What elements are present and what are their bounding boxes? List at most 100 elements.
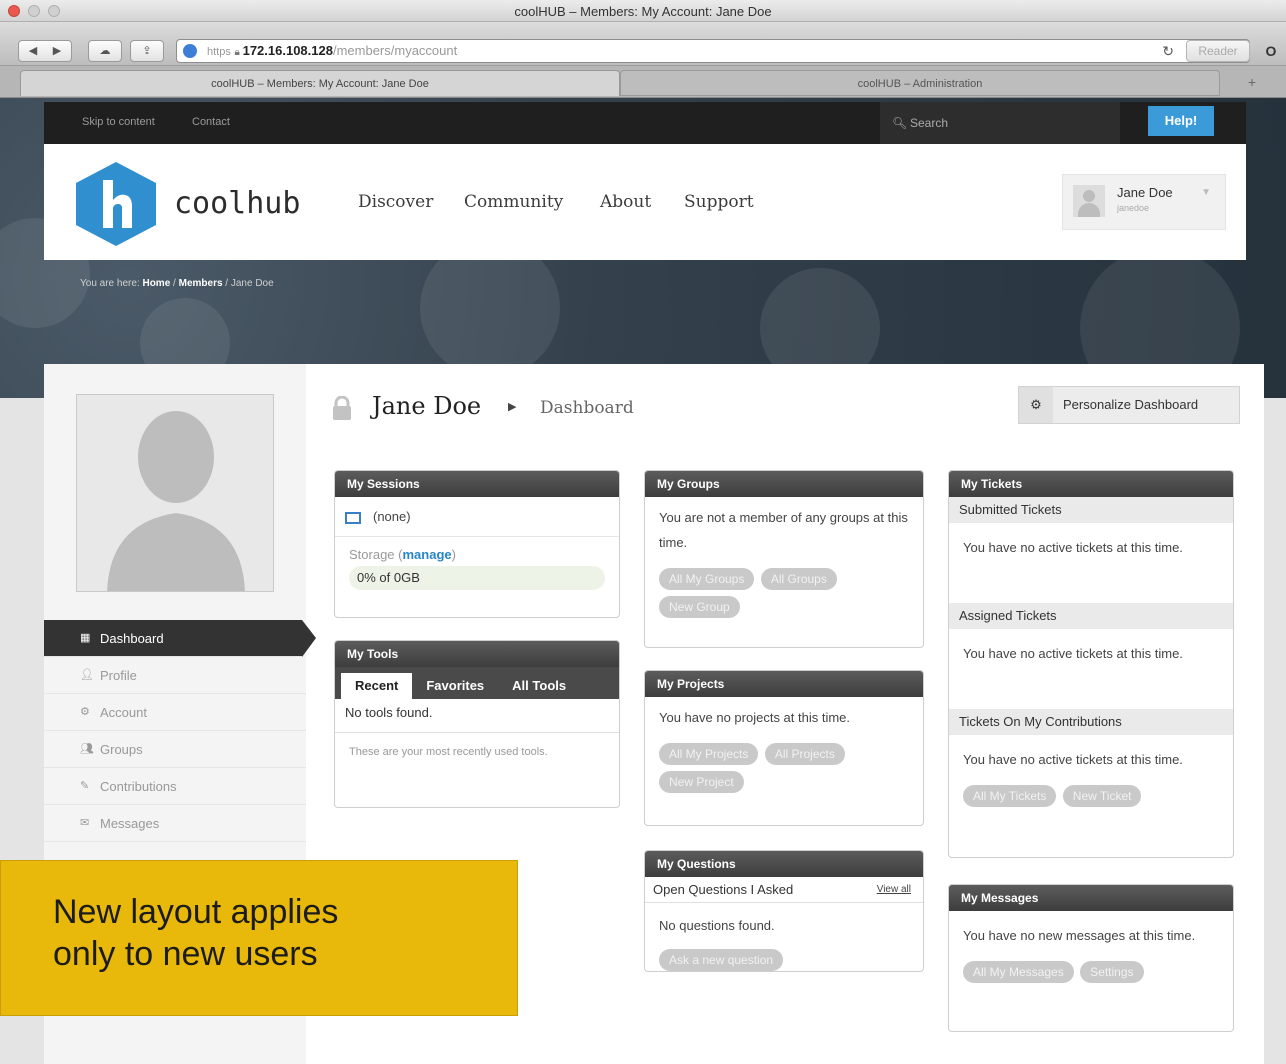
gears-icon: ⚙ bbox=[80, 706, 90, 718]
sidebar-item-dashboard[interactable]: ▦ Dashboard bbox=[44, 620, 316, 657]
breadcrumb-prefix: You are here: bbox=[80, 278, 140, 289]
sidebar-item-label: Groups bbox=[100, 742, 143, 757]
url-scheme: https bbox=[207, 46, 231, 58]
coolhub-logo-icon[interactable] bbox=[76, 162, 156, 246]
browser-toolbar: ◀ ▶ ☁ ⇪ https 🔒︎ 172.16.108.128/members/m… bbox=[0, 22, 1286, 66]
new-project-button[interactable]: New Project bbox=[659, 771, 744, 793]
sidebar-item-contributions[interactable]: ✎ Contributions bbox=[44, 768, 306, 805]
reader-button[interactable]: Reader bbox=[1186, 40, 1250, 62]
tab-recent[interactable]: Recent bbox=[341, 673, 413, 699]
my-groups-module: My Groups You are not a member of any gr… bbox=[644, 470, 924, 648]
groups-text: You are not a member of any groups at th… bbox=[659, 510, 908, 550]
top-utility-bar: Skip to content Contact 🔍︎ Search Help! bbox=[44, 102, 1246, 144]
lock-icon bbox=[333, 396, 351, 420]
nav-about[interactable]: About bbox=[600, 192, 651, 212]
chevron-down-icon: ▼ bbox=[1201, 187, 1211, 198]
user-menu[interactable]: Jane Doe janedoe ▼ bbox=[1062, 174, 1226, 230]
window-titlebar: coolHUB – Members: My Account: Jane Doe bbox=[0, 0, 1286, 22]
skip-to-content-link[interactable]: Skip to content bbox=[82, 116, 155, 128]
my-tools-module: My Tools Recent Favorites All Tools No t… bbox=[334, 640, 620, 808]
address-bar[interactable]: https 🔒︎ 172.16.108.128/members/myaccoun… bbox=[176, 39, 1250, 63]
tab-all-tools[interactable]: All Tools bbox=[498, 673, 580, 699]
sidebar-item-messages[interactable]: ✉ Messages bbox=[44, 805, 306, 842]
module-title: My Projects bbox=[645, 671, 923, 697]
member-name-title: Jane Doe bbox=[372, 392, 482, 420]
user-icon: 👤︎ bbox=[80, 669, 94, 681]
messages-text: You have no new messages at this time. bbox=[963, 928, 1196, 943]
view-all-link[interactable]: View all bbox=[877, 877, 911, 903]
search-input[interactable]: 🔍︎ Search bbox=[880, 102, 1120, 144]
sidebar-item-account[interactable]: ⚙ Account bbox=[44, 694, 306, 731]
module-title: My Tools bbox=[335, 641, 619, 667]
assigned-tickets-text: You have no active tickets at this time. bbox=[963, 646, 1183, 661]
module-title: My Groups bbox=[645, 471, 923, 497]
search-placeholder: Search bbox=[910, 116, 949, 130]
envelope-icon: ✉ bbox=[80, 817, 90, 829]
extension-icon[interactable]: O bbox=[1260, 40, 1282, 62]
ask-question-button[interactable]: Ask a new question bbox=[659, 949, 784, 971]
callout-line-2: only to new users bbox=[53, 935, 318, 973]
submitted-tickets-head: Submitted Tickets bbox=[949, 497, 1233, 523]
manage-storage-link[interactable]: manage bbox=[403, 547, 452, 562]
nav-support[interactable]: Support bbox=[684, 192, 754, 212]
new-ticket-button[interactable]: New Ticket bbox=[1062, 785, 1142, 807]
user-name: Jane Doe bbox=[1117, 185, 1173, 200]
nav-discover[interactable]: Discover bbox=[358, 192, 433, 212]
all-my-messages-button[interactable]: All My Messages bbox=[963, 961, 1074, 983]
message-settings-button[interactable]: Settings bbox=[1080, 961, 1144, 983]
breadcrumb-current: Jane Doe bbox=[230, 278, 274, 289]
tools-note: These are your most recently used tools. bbox=[349, 746, 548, 758]
sidebar-item-profile[interactable]: 👤︎ Profile bbox=[44, 657, 306, 694]
tickets-actions: All My Tickets New Ticket bbox=[949, 780, 1233, 820]
help-button[interactable]: Help! bbox=[1148, 106, 1214, 136]
url-host: 172.16.108.128 bbox=[242, 43, 333, 58]
nav-community[interactable]: Community bbox=[464, 192, 563, 212]
callout-line-1: New layout applies bbox=[53, 893, 339, 931]
questions-actions: Ask a new question bbox=[645, 946, 923, 971]
back-arrow-icon[interactable]: ◀ bbox=[21, 41, 45, 61]
breadcrumb-members[interactable]: Members bbox=[179, 278, 223, 289]
questions-subhead-label: Open Questions I Asked bbox=[653, 882, 794, 897]
section-title: Dashboard bbox=[540, 398, 634, 418]
avatar bbox=[1073, 185, 1105, 217]
logo-text[interactable]: coolhub bbox=[174, 186, 300, 221]
all-my-tickets-button[interactable]: All My Tickets bbox=[963, 785, 1057, 807]
sidebar-item-label: Profile bbox=[100, 668, 137, 683]
questions-subhead: Open Questions I Asked View all bbox=[645, 877, 923, 903]
all-groups-button[interactable]: All Groups bbox=[760, 568, 837, 590]
callout-note: New layout applies only to new users bbox=[0, 860, 518, 1016]
share-button[interactable]: ⇪ bbox=[130, 40, 164, 62]
storage-meter: 0% of 0GB bbox=[349, 566, 605, 590]
all-my-projects-button[interactable]: All My Projects bbox=[659, 743, 759, 765]
assigned-tickets-head: Assigned Tickets bbox=[949, 603, 1233, 629]
tools-empty: No tools found. bbox=[335, 699, 619, 733]
dashboard-icon: ▦ bbox=[80, 632, 91, 644]
profile-picture[interactable] bbox=[76, 394, 274, 592]
messages-actions: All My Messages Settings bbox=[949, 956, 1233, 996]
new-tab-icon[interactable]: + bbox=[1248, 74, 1256, 90]
gear-icon: ⚙ bbox=[1019, 387, 1053, 423]
projects-text: You have no projects at this time. bbox=[659, 710, 851, 725]
browser-tab-active[interactable]: coolHUB – Members: My Account: Jane Doe bbox=[20, 70, 620, 96]
site-header: coolhub Discover Community About Support… bbox=[44, 144, 1246, 260]
sessions-empty: (none) bbox=[373, 509, 411, 524]
back-forward-buttons[interactable]: ◀ ▶ bbox=[18, 40, 72, 62]
all-projects-button[interactable]: All Projects bbox=[764, 743, 845, 765]
module-title: My Tickets bbox=[949, 471, 1233, 497]
breadcrumb: You are here: Home / Members / Jane Doe bbox=[80, 278, 274, 289]
groups-actions: All My Groups All Groups New Group bbox=[645, 563, 923, 631]
forward-arrow-icon[interactable]: ▶ bbox=[45, 41, 69, 61]
contact-link[interactable]: Contact bbox=[192, 116, 230, 128]
globe-icon bbox=[183, 44, 197, 58]
tab-favorites[interactable]: Favorites bbox=[412, 673, 498, 699]
storage-value: 0% of 0GB bbox=[357, 570, 420, 585]
breadcrumb-home[interactable]: Home bbox=[142, 278, 170, 289]
sidebar-item-groups[interactable]: 👥︎ Groups bbox=[44, 731, 306, 768]
new-group-button[interactable]: New Group bbox=[659, 596, 740, 618]
all-my-groups-button[interactable]: All My Groups bbox=[659, 568, 755, 590]
browser-tab-administration[interactable]: coolHUB – Administration bbox=[620, 70, 1220, 96]
my-messages-module: My Messages You have no new messages at … bbox=[948, 884, 1234, 1032]
icloud-tabs-button[interactable]: ☁ bbox=[88, 40, 122, 62]
reload-icon[interactable]: ↻ bbox=[1162, 43, 1174, 60]
personalize-dashboard-button[interactable]: ⚙ Personalize Dashboard bbox=[1018, 386, 1240, 424]
